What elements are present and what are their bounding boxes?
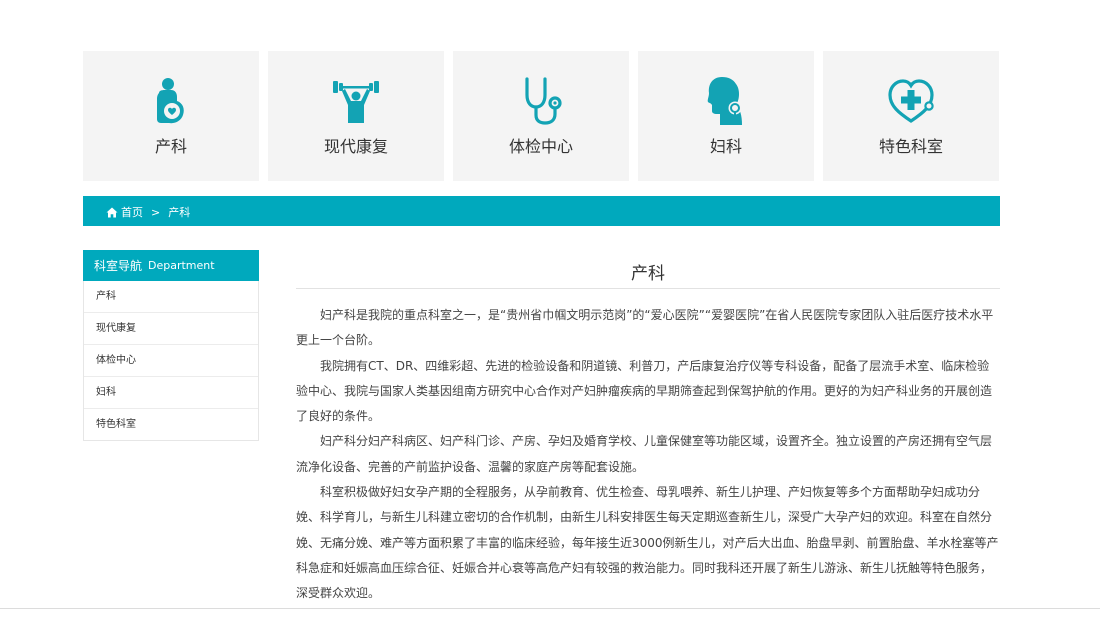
article-paragraph: 妇产科分妇产科病区、妇产科门诊、产房、孕妇及婚育学校、儿童保健室等功能区域，设置… [296,434,993,474]
article-paragraph: 妇产科是我院的重点科室之一，是“贵州省巾帼文明示范岗”的“爱心医院”“爱婴医院”… [296,308,994,348]
dept-card-obstetrics[interactable]: 产科 [83,51,259,181]
home-icon [106,207,118,217]
sidebar-header: 科室导航 Department [83,250,259,281]
dept-label: 妇科 [709,137,742,156]
sidebar-subtitle: Department [148,259,215,272]
breadcrumb: 首页 > 产科 [83,196,1000,226]
sidebar-item-obstetrics[interactable]: 产科 [84,281,258,312]
weightlifting-icon [333,81,379,123]
breadcrumb-home-link[interactable]: 首页 [121,204,143,220]
dept-label: 特色科室 [878,137,943,156]
sidebar-item-rehab[interactable]: 现代康复 [84,312,258,344]
dept-card-special[interactable]: 特色科室 [823,51,999,181]
article-paragraph: 我院拥有CT、DR、四维彩超、先进的检验设备和阴道镜、利普刀，产后康复治疗仪等专… [296,358,993,424]
sidebar-item-checkup[interactable]: 体检中心 [84,344,258,376]
sidebar-item-gynecology[interactable]: 妇科 [84,376,258,408]
article-body: 妇产科是我院的重点科室之一，是“贵州省巾帼文明示范岗”的“爱心医院”“爱婴医院”… [296,303,1000,607]
breadcrumb-separator: > [151,205,161,219]
footer-divider [0,608,1100,609]
woman-profile-icon [707,77,742,125]
breadcrumb-current[interactable]: 产科 [168,204,190,220]
stethoscope-icon [525,77,562,125]
dept-card-gynecology[interactable]: 妇科 [638,51,814,181]
sidebar-list: 产科 现代康复 体检中心 妇科 特色科室 [83,281,259,441]
heart-plus-icon [888,79,934,123]
sidebar-title: 科室导航 [94,259,143,273]
article-paragraph: 科室积极做好妇女孕产期的全程服务，从孕前教育、优生检查、母乳喂养、新生儿护理、产… [296,485,999,601]
sidebar-item-special[interactable]: 特色科室 [84,408,258,440]
dept-card-checkup[interactable]: 体检中心 [453,51,629,181]
pregnant-woman-icon [157,78,184,124]
dept-label: 体检中心 [508,137,573,156]
department-bar: 产科 现代康复 体检中心 妇科 特色科室 [83,51,1000,181]
main-content: 产科 妇产科是我院的重点科室之一，是“贵州省巾帼文明示范岗”的“爱心医院”“爱婴… [296,260,1000,607]
dept-card-rehab[interactable]: 现代康复 [268,51,444,181]
dept-label: 产科 [154,137,187,156]
page-title: 产科 [296,260,1000,289]
dept-label: 现代康复 [323,137,388,156]
department-sidebar: 科室导航 Department 产科 现代康复 体检中心 妇科 特色科室 [83,250,259,441]
